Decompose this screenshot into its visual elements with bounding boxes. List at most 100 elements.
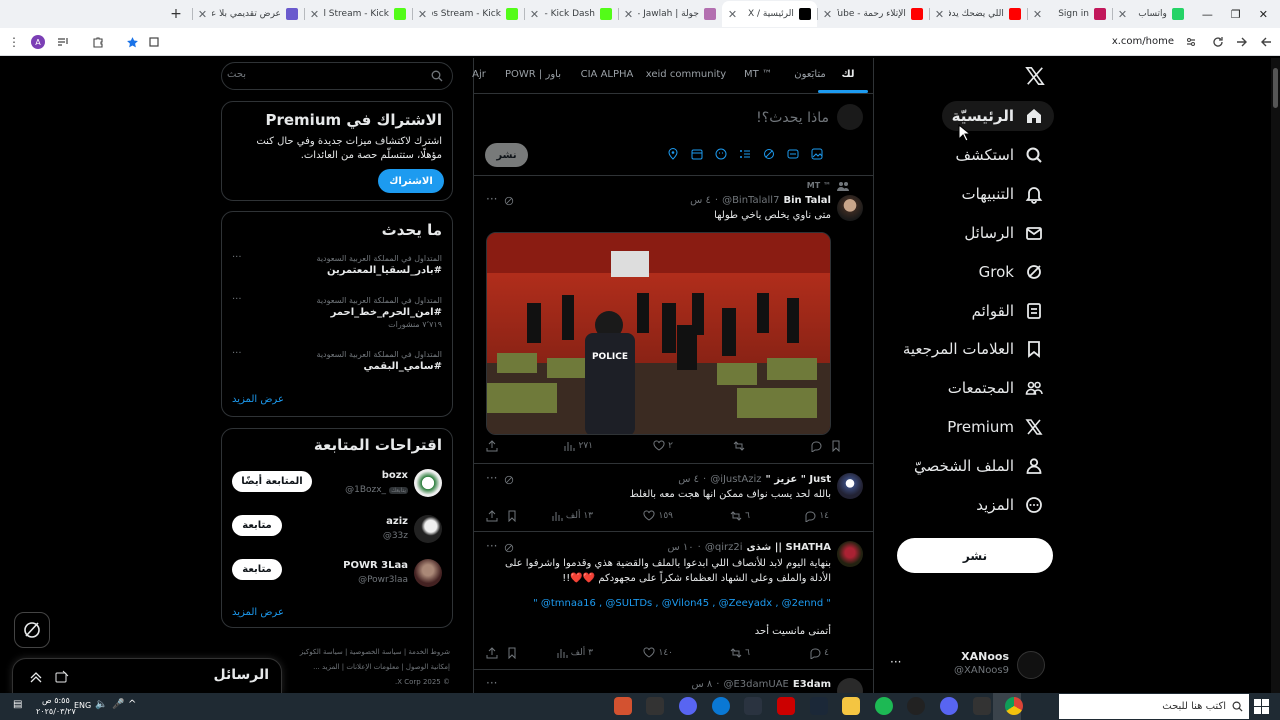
tweet-more-icon[interactable]: ··· [486,471,497,485]
post-button[interactable]: نشر [897,538,1053,573]
account-switcher[interactable]: XANoos @XANoos9 ··· [880,645,1055,685]
task-view-icon[interactable] [1039,697,1057,715]
tweet[interactable]: MT ™ Bin Talal @BinTalall7 · ٤ س ··· متى… [474,176,873,464]
tweet-more-icon[interactable]: ··· [486,192,497,206]
browser-tab[interactable]: XANoos Stream - Kick ✕ [411,1,524,27]
follow-button[interactable]: متابعة [232,559,282,580]
nav-item-list[interactable]: القوائم [972,296,1044,326]
tweet-more-icon[interactable]: ··· [486,539,497,553]
browser-tab[interactable]: BinTalall Stream - Kick ✕ [303,1,412,27]
tweet-context[interactable]: MT ™ [807,181,831,190]
timeline-tab[interactable]: CIA ALPHA [581,69,634,80]
close-tab-icon[interactable]: ✕ [823,8,832,21]
media-control-icon[interactable] [55,34,71,50]
bookmark-action[interactable] [506,647,518,659]
suggestion-name[interactable]: bozx [382,470,408,481]
follow-show-more[interactable]: عرض المزيد [232,607,284,618]
microphone-icon[interactable]: 🎤 [112,699,124,710]
tweet-author-handle[interactable]: @qirz2i [705,542,743,553]
tweet-time[interactable]: ٤ س [690,195,711,206]
taskbar-search-box[interactable]: اكتب هنا للبحث [1059,694,1249,719]
browser-tab[interactable]: عرض تقديمي بلا عنوان ✕ [191,1,304,27]
new-message-icon[interactable] [55,670,69,684]
expand-icon[interactable] [29,670,43,684]
address-bar[interactable]: x.com/home [1112,36,1174,47]
retweet-action[interactable]: ٦ [730,647,750,659]
footer-link[interactable]: شروط الخدمة [408,648,450,656]
trend-item[interactable]: المتداول في المملكة العربية السعودية #سام… [232,350,442,374]
timeline-tab[interactable]: Ajr [472,69,486,80]
messages-drawer[interactable]: الرسائل [12,658,282,694]
image-icon[interactable] [811,148,823,160]
tweet-avatar[interactable] [837,541,863,567]
close-tab-icon[interactable]: ✕ [728,8,737,21]
trend-hashtag[interactable]: #سامي_البقمي [232,361,442,372]
close-window-icon[interactable]: ✕ [1259,8,1268,21]
tweet-time[interactable]: ١٠ س [668,542,694,553]
grok-float-button[interactable] [14,612,50,648]
tweet[interactable]: " عزيز " Just @iJustAziz · ٤ س ··· بالله… [474,464,873,532]
trend-item[interactable]: المتداول في المملكة العربية السعودية #باد… [232,254,442,278]
bookmark-star-icon[interactable] [124,34,140,50]
extensions-icon[interactable] [90,34,106,50]
edge-icon[interactable] [712,697,730,715]
x-logo-home-link[interactable] [1024,66,1046,86]
taskbar-search-input[interactable]: اكتب هنا للبحث [1162,701,1226,712]
browser-tab[interactable]: الرئيسية / X ✕ [721,1,817,27]
grok-explain-icon[interactable] [504,196,514,206]
emoji-icon[interactable] [715,148,727,160]
trends-show-more[interactable]: عرض المزيد [232,394,284,405]
epic-games-icon[interactable] [973,697,991,715]
browser-tab[interactable]: واتساب ✕ [1111,1,1190,27]
suggestion-name[interactable]: aziz [386,516,408,527]
bookmark-action[interactable] [506,510,518,522]
kick-app-icon[interactable] [646,697,664,715]
tweet-author-name[interactable]: شذى || SHATHA [746,542,831,553]
views-action[interactable]: ١٣ ألف [551,510,593,522]
nav-item-more-circle[interactable]: المزيد [976,490,1044,520]
file-explorer-icon[interactable] [842,697,860,715]
minimize-icon[interactable]: — [1202,8,1213,21]
tweet-author-name[interactable]: Bin Talal [783,195,831,206]
share-action[interactable] [486,440,498,452]
nav-item-x-logo[interactable]: Premium [947,412,1044,442]
close-tab-icon[interactable]: ✕ [1033,8,1042,21]
browser-tab[interactable]: اللي يضحك يدفع ✕ [928,1,1027,27]
subscribe-button[interactable]: الاشتراك [378,169,444,193]
close-tab-icon[interactable]: ✕ [310,8,319,21]
close-tab-icon[interactable]: ✕ [198,8,207,21]
tweet-more-icon[interactable]: ··· [486,676,497,690]
tweet-time[interactable]: ٨ س [692,679,713,690]
trend-more-icon[interactable]: ··· [232,252,242,263]
timeline-tab[interactable]: xeid community [646,69,726,80]
reply-action[interactable] [810,440,825,452]
tweet-author-name[interactable]: E3dam [793,679,831,690]
reply-action[interactable]: ٤ [809,647,829,659]
language-indicator[interactable]: ENG [74,701,91,710]
bookmark-action[interactable] [830,440,842,452]
retweet-action[interactable] [733,440,748,452]
views-action[interactable]: ٢٧١ [563,440,593,452]
trend-more-icon[interactable]: ··· [232,294,242,305]
close-tab-icon[interactable]: ✕ [1118,8,1127,21]
windows-start-icon[interactable] [1254,699,1269,714]
nav-item-communities[interactable]: المجتمعات [948,373,1044,403]
timeline-tab[interactable]: POWR | باور [505,69,561,80]
close-tab-icon[interactable]: ✕ [418,8,427,21]
compose-post-button[interactable]: نشر [485,143,528,167]
grok-explain-icon[interactable] [504,543,514,553]
close-tab-icon[interactable]: ✕ [530,8,539,21]
obs-icon[interactable] [907,697,925,715]
gif-icon[interactable] [787,148,799,160]
tweet-author-name[interactable]: " عزيز " Just [766,474,831,485]
browser-tab[interactable]: Sign in ✕ [1026,1,1112,27]
follow-button[interactable]: متابعة [232,515,282,536]
poll-icon[interactable] [739,148,751,160]
trend-hashtag[interactable]: #امن_الحرم_خط_احمر [232,307,442,318]
trend-hashtag[interactable]: #بادر_لسقيا_المعتمرين [232,265,442,276]
footer-link[interactable]: المزيد ... [313,663,340,671]
like-action[interactable]: ١٥٩ [643,510,673,522]
tweet[interactable]: E3dam @E3damUAE · ٨ س ··· [474,670,873,704]
back-icon[interactable] [1258,34,1274,50]
movie-app-icon[interactable] [777,697,795,715]
